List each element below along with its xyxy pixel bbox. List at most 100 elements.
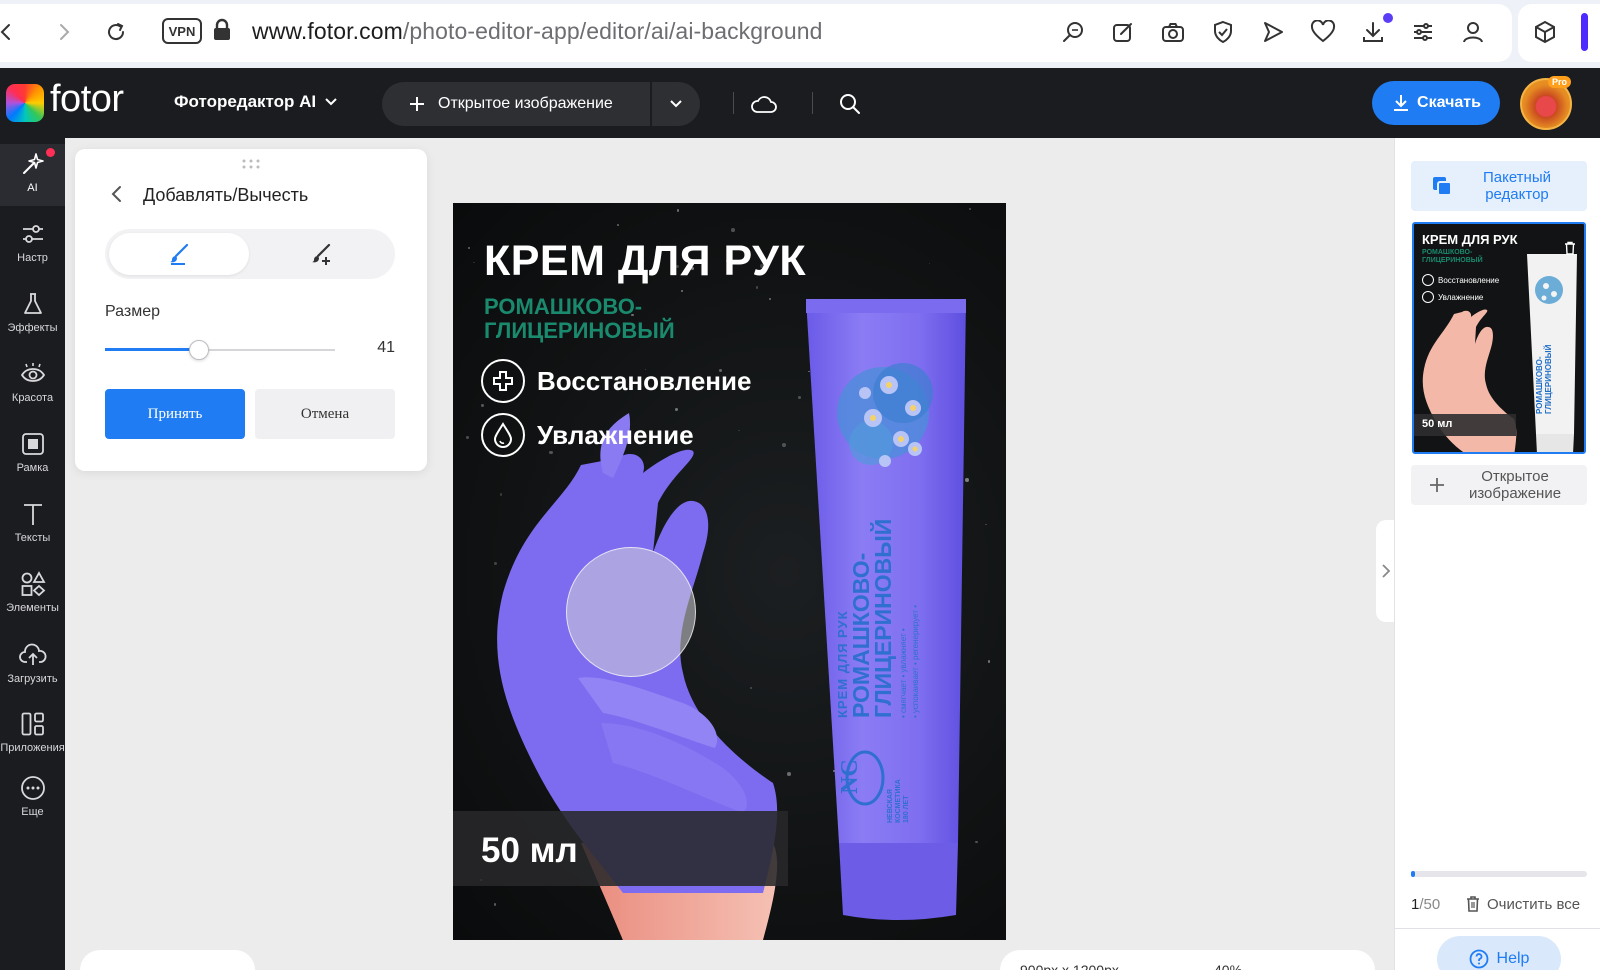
editor-mode-dropdown[interactable]: Фоторедактор AI — [174, 92, 338, 112]
add-brush-button[interactable] — [109, 233, 249, 275]
svg-text:РОМАШКОВО-: РОМАШКОВО- — [1535, 356, 1544, 414]
water-drop-icon — [481, 413, 525, 457]
feature-restore-label: Восстановление — [537, 365, 752, 396]
sidebar-item-upload[interactable]: Загрузить — [0, 635, 65, 697]
clear-all-label: Очистить все — [1487, 895, 1581, 913]
open-image-dropdown[interactable] — [652, 82, 700, 126]
cancel-button[interactable]: Отмена — [255, 389, 395, 439]
add-subtract-panel: Добавлять/Вычесть Размер 41 Принять Отме… — [75, 149, 427, 471]
search-icon[interactable] — [836, 90, 864, 118]
sidebar-item-frame[interactable]: Рамка — [0, 424, 65, 486]
vpn-badge[interactable]: VPN — [162, 18, 202, 44]
download-button[interactable]: Скачать — [1372, 81, 1500, 125]
thumb-feature-1: Восстановление — [1422, 274, 1499, 286]
counter-total: /50 — [1419, 896, 1441, 913]
image-dimensions: 900px x 1200px — [1020, 962, 1119, 970]
download-arrow-icon — [1394, 95, 1409, 111]
image-count-progress-track — [1411, 871, 1587, 877]
editor-canvas[interactable]: КРЕМ ДЛЯ РУК РОМАШКОВО- ГЛИЦЕРИНОВЫЙ • с… — [453, 203, 1006, 940]
profile-icon[interactable] — [1460, 19, 1486, 45]
sidebar-item-label: Рамка — [16, 462, 49, 474]
shield-icon[interactable] — [1210, 19, 1236, 45]
extension-icon[interactable] — [1532, 19, 1558, 45]
thumb-volume-label: 50 мл — [1422, 418, 1453, 430]
download-icon[interactable] — [1360, 19, 1386, 45]
back-icon[interactable] — [0, 20, 18, 44]
sidebar-item-more[interactable]: Еще — [0, 768, 65, 830]
sidebar-item-elements[interactable]: Элементы — [0, 564, 65, 626]
sidebar-item-text[interactable]: Тексты — [0, 494, 65, 556]
trash-icon — [1467, 896, 1479, 912]
open-image-side-label: Открытое изображение — [1468, 468, 1562, 502]
brush-icon — [170, 243, 189, 265]
text-icon — [19, 500, 47, 528]
reload-icon[interactable] — [104, 20, 128, 44]
open-image-group: Открытое изображение — [382, 82, 700, 126]
left-sidebar: AI Настр Эффекты Красота Рамка Тексты Эл… — [0, 138, 65, 970]
more-icon — [19, 774, 47, 802]
thumb-title: КРЕМ ДЛЯ РУК — [1422, 232, 1518, 247]
thumb-feature-2-label: Увлажнение — [1438, 292, 1484, 302]
cloud-icon[interactable] — [750, 90, 778, 118]
batch-editor-label: Пакетный редактор — [1482, 169, 1551, 203]
send-icon[interactable] — [1260, 19, 1286, 45]
zoom-level[interactable]: 40% — [1214, 962, 1242, 970]
right-panel-toggle[interactable] — [1376, 520, 1396, 622]
url-host: www.fotor.com — [252, 18, 403, 44]
subtract-brush-button[interactable] — [251, 233, 391, 275]
sidebar-item-adjust[interactable]: Настр — [0, 214, 65, 276]
thumb-feature-2: Увлажнение — [1422, 291, 1483, 303]
sidebar-item-label: Приложения — [0, 742, 65, 754]
address-bar-url[interactable]: www.fotor.com/photo-editor-app/editor/ai… — [252, 18, 823, 45]
feature-restore: Восстановление — [481, 359, 751, 403]
sidebar-item-label: Красота — [11, 392, 54, 404]
sidebar-item-label: Тексты — [14, 532, 51, 544]
canvas-subtitle: РОМАШКОВО-ГЛИЦЕРИНОВЫЙ — [484, 294, 675, 343]
adjust-icon — [19, 220, 47, 248]
beauty-eye-icon — [19, 360, 47, 388]
image-counter: 1/50 — [1411, 896, 1440, 913]
image-thumbnail[interactable]: РОМАШКОВО- ГЛИЦЕРИНОВЫЙ КРЕМ ДЛЯ РУК РОМ… — [1412, 222, 1586, 454]
sidebar-item-label: Настр — [17, 252, 48, 264]
chevron-down-icon — [670, 100, 682, 108]
canvas-title: КРЕМ ДЛЯ РУК — [484, 237, 807, 285]
clear-all-button[interactable]: Очистить все — [1465, 895, 1580, 913]
size-slider-fill — [105, 348, 200, 351]
sidebar-item-label: AI — [27, 182, 38, 194]
fotor-logo-text[interactable]: fotor — [50, 78, 124, 121]
layers-icon — [1433, 177, 1452, 196]
sidebar-item-effects[interactable]: Эффекты — [0, 284, 65, 346]
brush-cursor — [566, 547, 696, 677]
fotor-logo-icon[interactable] — [6, 84, 44, 122]
open-image-side-button[interactable]: Открытое изображение — [1411, 465, 1587, 505]
forward-icon[interactable] — [52, 20, 76, 44]
upload-icon — [18, 641, 47, 669]
plus-icon — [1430, 478, 1444, 492]
editor-name-label: Фоторедактор AI — [174, 92, 317, 111]
open-image-label: Открытое изображение — [438, 95, 613, 112]
sidebar-item-ai[interactable]: AI — [0, 144, 65, 206]
sidebar-item-apps[interactable]: Приложения — [0, 704, 65, 766]
search-page-icon[interactable] — [1060, 19, 1086, 45]
sidebar-item-beauty[interactable]: Красота — [0, 354, 65, 416]
edit-icon[interactable] — [1110, 19, 1136, 45]
sliders-icon[interactable] — [1410, 19, 1436, 45]
heart-icon[interactable] — [1310, 19, 1336, 45]
effects-icon — [19, 290, 47, 318]
size-slider-handle[interactable] — [189, 340, 210, 360]
brush-plus-icon — [312, 243, 331, 265]
help-button[interactable]: Help — [1437, 936, 1561, 970]
drag-handle-icon[interactable] — [241, 159, 261, 169]
accept-button[interactable]: Принять — [105, 389, 245, 439]
trash-icon[interactable] — [1562, 240, 1578, 256]
apps-icon — [19, 710, 47, 738]
volume-label: 50 мл — [481, 831, 578, 870]
lock-icon[interactable] — [212, 18, 232, 47]
back-chevron-icon[interactable] — [109, 184, 125, 204]
sidebar-accent[interactable] — [1581, 13, 1588, 51]
ai-sparkle-icon — [19, 150, 47, 178]
browser-toolbar: VPN www.fotor.com/photo-editor-app/edito… — [0, 0, 1600, 68]
batch-editor-button[interactable]: Пакетный редактор — [1411, 161, 1587, 211]
camera-icon[interactable] — [1160, 19, 1186, 45]
open-image-button[interactable]: Открытое изображение — [382, 82, 650, 126]
